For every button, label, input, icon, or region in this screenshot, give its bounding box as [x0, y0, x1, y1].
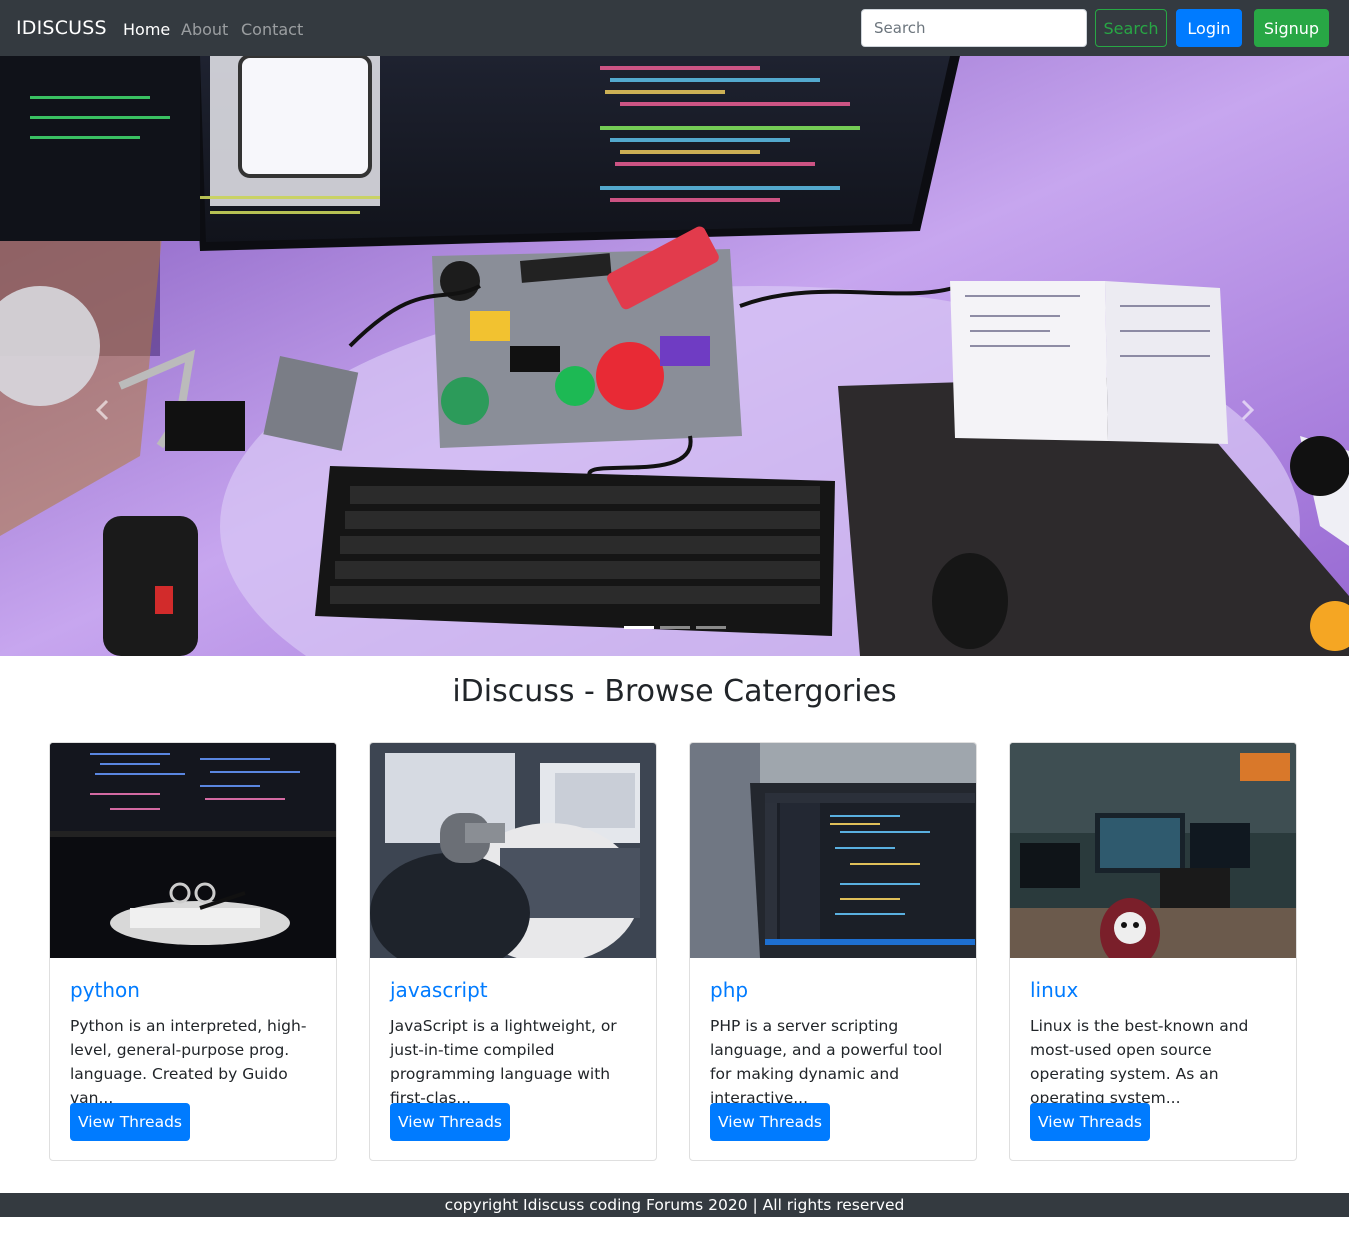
- category-card-python: python Python is an interpreted, high-le…: [49, 742, 337, 1161]
- nav-link-home[interactable]: Home: [123, 20, 170, 39]
- card-description: Python is an interpreted, high-level, ge…: [70, 1017, 307, 1107]
- carousel-indicators: [624, 626, 726, 629]
- category-card-php: php PHP is a server scripting language, …: [689, 742, 977, 1161]
- carousel-prev-button[interactable]: [92, 396, 112, 424]
- card-image-php: [690, 743, 976, 958]
- carousel-indicator[interactable]: [696, 626, 726, 629]
- category-card-linux: linux Linux is the best-known and most-u…: [1009, 742, 1297, 1161]
- chevron-left-icon: [95, 399, 109, 421]
- card-description: Linux is the best-known and most-used op…: [1030, 1017, 1249, 1107]
- brand-logo[interactable]: IDISCUSS: [16, 17, 107, 39]
- carousel-indicator[interactable]: [624, 626, 654, 629]
- nav-link-about[interactable]: About: [181, 20, 228, 39]
- view-threads-button-linux[interactable]: View Threads: [1030, 1103, 1150, 1141]
- footer-copyright: copyright Idiscuss coding Forums 2020 | …: [444, 1196, 905, 1214]
- card-title-linux[interactable]: linux: [1030, 978, 1078, 1002]
- navbar: IDISCUSS Home About Contact Search Login…: [0, 0, 1349, 56]
- card-title-php[interactable]: php: [710, 978, 748, 1002]
- carousel-indicator[interactable]: [660, 626, 690, 629]
- login-button[interactable]: Login: [1176, 9, 1242, 47]
- carousel-next-button[interactable]: [1238, 396, 1258, 424]
- card-title-python[interactable]: python: [70, 978, 140, 1002]
- chevron-right-icon: [1241, 399, 1255, 421]
- search-input[interactable]: [861, 9, 1087, 47]
- signup-button[interactable]: Signup: [1254, 9, 1329, 47]
- card-image-javascript: [370, 743, 656, 958]
- card-description: PHP is a server scripting language, and …: [710, 1017, 943, 1107]
- page-title: iDiscuss - Browse Catergories: [452, 674, 897, 709]
- hero-desk-setup-image: [0, 56, 1349, 656]
- card-description: JavaScript is a lightweight, or just-in-…: [390, 1017, 617, 1107]
- view-threads-button-javascript[interactable]: View Threads: [390, 1103, 510, 1141]
- hero-carousel: [0, 56, 1349, 656]
- nav-link-contact[interactable]: Contact: [241, 20, 303, 39]
- card-image-python: [50, 743, 336, 958]
- card-title-javascript[interactable]: javascript: [390, 978, 488, 1002]
- card-image-linux: [1010, 743, 1296, 958]
- view-threads-button-php[interactable]: View Threads: [710, 1103, 830, 1141]
- view-threads-button-python[interactable]: View Threads: [70, 1103, 190, 1141]
- footer: copyright Idiscuss coding Forums 2020 | …: [0, 1193, 1349, 1217]
- category-card-javascript: javascript JavaScript is a lightweight, …: [369, 742, 657, 1161]
- search-button[interactable]: Search: [1095, 9, 1167, 47]
